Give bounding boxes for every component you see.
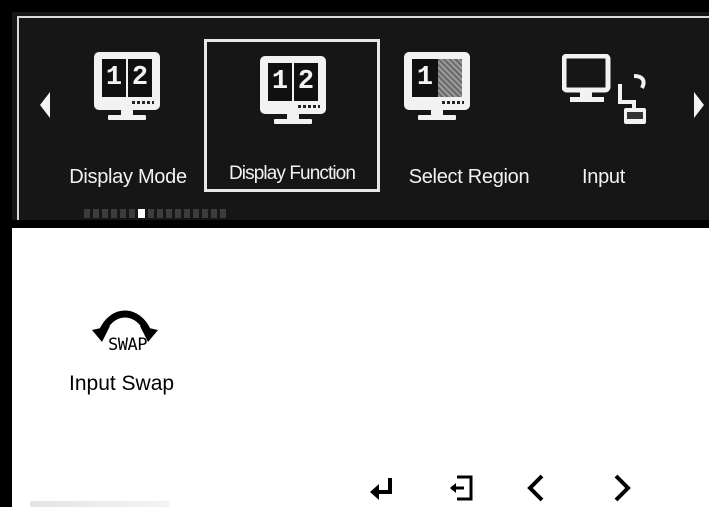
menu-item-label: Display Mode: [69, 166, 187, 188]
exit-icon[interactable]: [447, 472, 477, 502]
scroll-right-arrow-icon[interactable]: [694, 92, 704, 118]
function-label-input-swap[interactable]: Input Swap: [69, 372, 174, 396]
menu-item-label: Select Region: [408, 166, 530, 188]
page-indicator-segment: [111, 209, 117, 218]
page-indicator-segment: [102, 209, 108, 218]
page-indicator-segment: [129, 209, 135, 218]
page-indicator-segment: [157, 209, 163, 218]
scroll-left-arrow-icon[interactable]: [40, 92, 50, 118]
right-arrow-icon[interactable]: [606, 472, 636, 502]
computer-input-icon: [562, 54, 646, 124]
page-indicator: [84, 209, 226, 219]
osd-menu-bar: 1 2 Display Mode 1 2 Display Function 1 …: [12, 12, 709, 228]
page-indicator-segment: [175, 209, 181, 218]
left-arrow-icon[interactable]: [522, 472, 552, 502]
swap-icon-text: SWAP: [108, 335, 147, 355]
function-panel: SWAP Input Swap: [12, 228, 709, 507]
dual-monitor-icon: 1 2: [94, 52, 160, 122]
menu-item-display-mode[interactable]: 1 2 Display Mode: [52, 42, 204, 192]
page-indicator-segment: [184, 209, 190, 218]
page-indicator-segment: [84, 209, 90, 218]
page-indicator-segment: [93, 209, 99, 218]
page-indicator-segment: [148, 209, 154, 218]
menu-item-display-function[interactable]: 1 2 Display Function: [204, 39, 380, 192]
menu-item-label: Display Function: [228, 163, 356, 184]
page-indicator-segment: [138, 209, 145, 218]
menu-item-select-region[interactable]: 1 Select Region: [384, 42, 554, 192]
page-indicator-segment: [120, 209, 126, 218]
page-indicator-segment: [193, 209, 199, 218]
page-indicator-segment: [220, 209, 226, 218]
enter-icon[interactable]: [368, 472, 398, 502]
page-indicator-segment: [166, 209, 172, 218]
menu-item-input[interactable]: Input: [562, 42, 654, 192]
page-indicator-segment: [211, 209, 217, 218]
region-monitor-icon: 1: [404, 52, 470, 122]
bottom-edge: [30, 501, 170, 507]
dual-monitor-icon: 1 2: [260, 56, 326, 126]
page-indicator-segment: [202, 209, 208, 218]
menu-item-label: Input: [582, 166, 625, 188]
